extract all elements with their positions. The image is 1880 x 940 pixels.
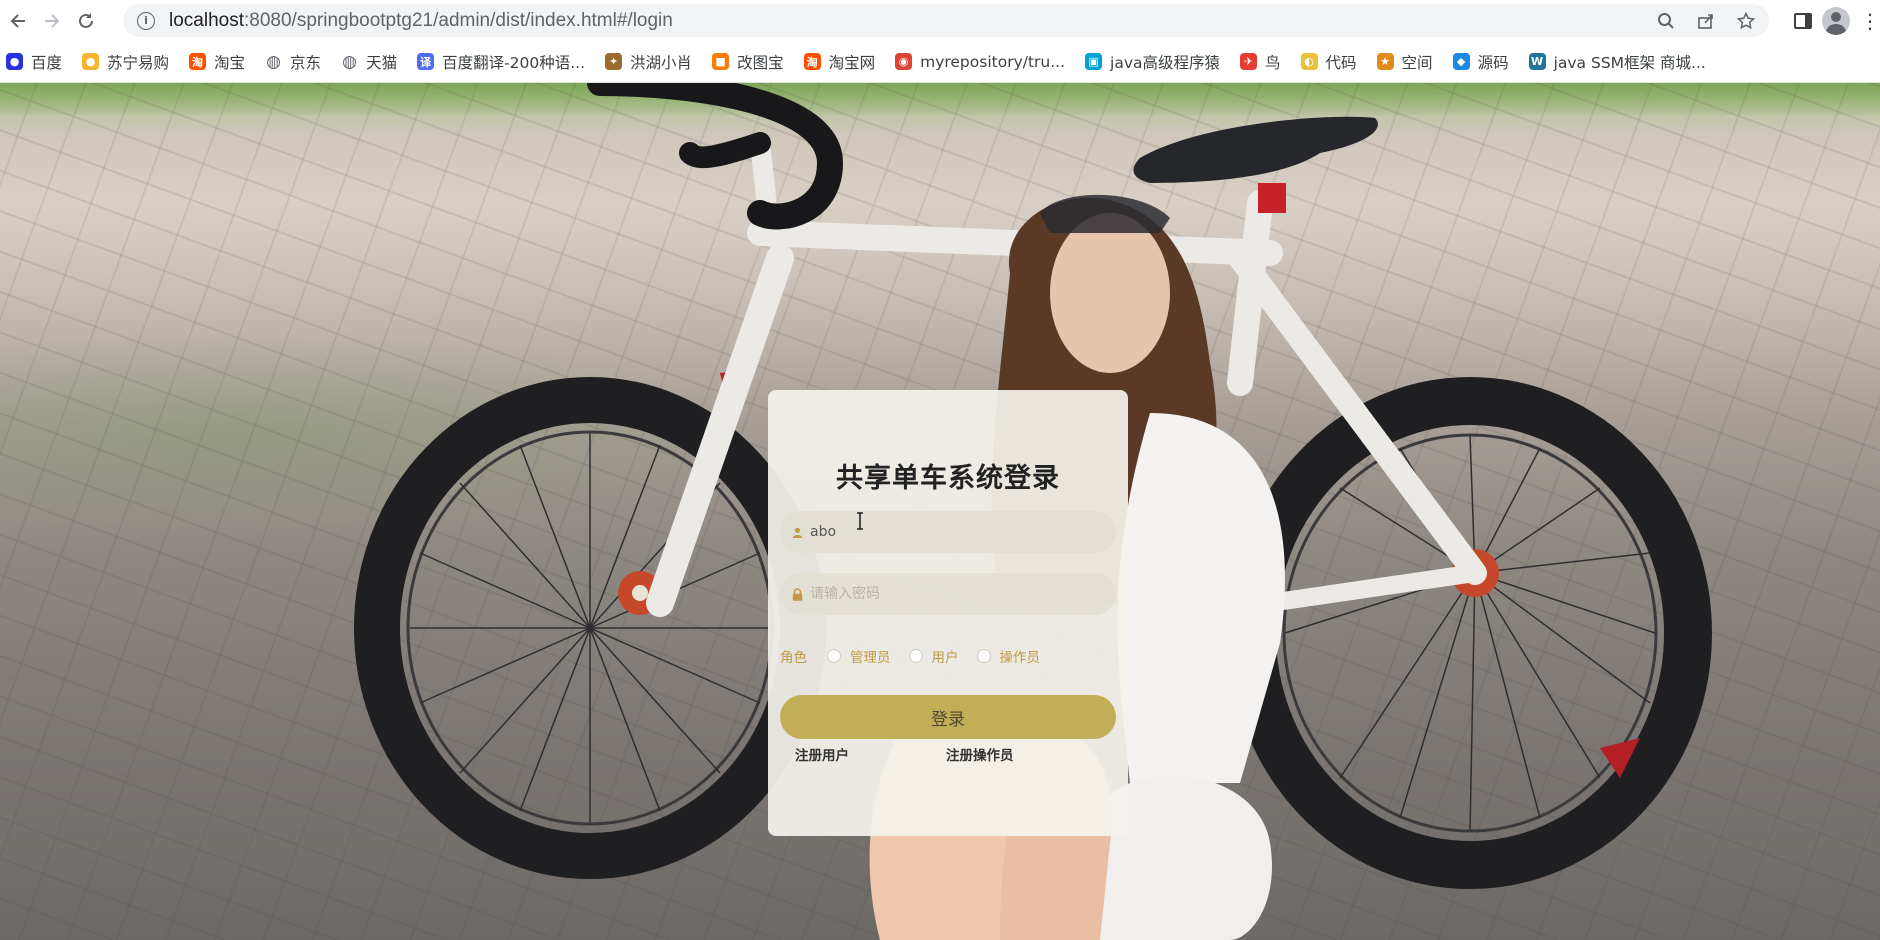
- share-icon[interactable]: [1693, 8, 1719, 34]
- bookmark-label: 鸟: [1265, 53, 1281, 72]
- taobao-icon: 淘: [189, 53, 207, 70]
- profile-avatar-icon[interactable]: [1822, 6, 1850, 35]
- role-selector: 角色 管理员 用户 操作员: [780, 644, 1116, 668]
- bookmark-label: 百度翻译-200种语...: [442, 53, 586, 72]
- qzone-icon: ★: [1376, 53, 1394, 70]
- back-arrow-icon[interactable]: [2, 5, 34, 37]
- browser-toolbar: i localhost:8080/springbootptg21/admin/d…: [0, 0, 1880, 41]
- wordpress-icon: W: [1528, 53, 1546, 70]
- password-field[interactable]: [780, 573, 1116, 615]
- radio-circle-icon[interactable]: [908, 649, 923, 663]
- menu-kebab-icon[interactable]: ⋮: [1860, 9, 1880, 33]
- login-page-background: 共享单车系统登录 角色 管理员 用户 操: [0, 83, 1880, 940]
- bookmark-item[interactable]: 淘淘宝: [189, 51, 245, 73]
- username-input[interactable]: [810, 512, 1100, 552]
- register-operator-link[interactable]: 注册操作员: [946, 744, 1014, 764]
- bookmark-label: 淘宝: [214, 53, 246, 72]
- bookmark-item[interactable]: ◆ 源码: [1452, 51, 1509, 73]
- globe-icon: ◍: [342, 51, 357, 72]
- bicycle-wheel-right: [1228, 377, 1712, 889]
- bookmark-label: 天猫: [366, 53, 398, 72]
- bookmark-label: java高级程序猿: [1110, 53, 1221, 72]
- bicycle-wheel-left: [354, 371, 826, 879]
- swift-bird-icon: ✈: [1240, 53, 1258, 70]
- bookmark-label: 空间: [1401, 53, 1433, 72]
- bookmark-item[interactable]: ● 百度: [6, 51, 62, 73]
- gaitubao-icon: ■: [712, 53, 730, 70]
- bookmark-item[interactable]: ✈ 鸟: [1240, 51, 1281, 73]
- login-button[interactable]: 登录: [780, 695, 1116, 739]
- chrome-icon: ◉: [895, 53, 913, 70]
- bookmark-label: 洪湖小肖: [630, 53, 693, 72]
- url-path: :8080/springbootptg21/admin/dist/index.h…: [244, 9, 673, 31]
- login-card: 共享单车系统登录 角色 管理员 用户 操: [768, 390, 1128, 836]
- bookmarks-bar: ● 百度 ● 苏宁易购淘淘宝 ◍ 京东 ◍ 天猫译百度翻译-200种语... ✦ 洪湖小肖 ■ 改图宝…: [0, 41, 1880, 83]
- bookmark-label: 京东: [290, 53, 322, 72]
- bilibili-icon: ▣: [1085, 53, 1103, 70]
- bookmark-item[interactable]: ▣ java高级程序猿: [1085, 51, 1220, 73]
- bookmark-item[interactable]: 译百度翻译-200种语...: [417, 51, 585, 73]
- bicycle-handlebar: [587, 83, 844, 230]
- side-panel-icon[interactable]: [1794, 12, 1812, 29]
- address-bar[interactable]: i localhost:8080/springbootptg21/admin/d…: [123, 4, 1769, 37]
- user-icon: [790, 525, 804, 539]
- baidu-paw-icon: ●: [6, 53, 23, 70]
- taobao-icon: 淘: [803, 53, 821, 70]
- role-option-label: 操作员: [999, 650, 1041, 666]
- zoom-icon[interactable]: [1653, 8, 1679, 34]
- radio-circle-icon[interactable]: [827, 649, 841, 663]
- bookmark-item[interactable]: ✦ 洪湖小肖: [605, 51, 692, 73]
- url-host: localhost: [169, 9, 244, 31]
- bookmark-item[interactable]: ◍ 天猫: [341, 51, 397, 73]
- role-radio-admin[interactable]: 管理员: [827, 646, 891, 666]
- role-radio-user[interactable]: 用户: [908, 646, 959, 666]
- login-title: 共享单车系统登录: [836, 463, 1060, 494]
- bookmark-label: 源码: [1477, 53, 1509, 72]
- globe-icon: ◍: [266, 51, 281, 72]
- username-field[interactable]: [780, 511, 1116, 553]
- register-user-link[interactable]: 注册用户: [795, 744, 849, 764]
- bookmark-item[interactable]: Wjava SSM框架 商城...: [1528, 51, 1706, 73]
- forward-arrow-icon[interactable]: [36, 5, 68, 37]
- url-text[interactable]: localhost:8080/springbootptg21/admin/dis…: [169, 10, 673, 32]
- site-info-icon[interactable]: i: [137, 11, 155, 30]
- moon-icon: ◐: [1300, 53, 1318, 70]
- bookmark-label: 淘宝网: [828, 53, 876, 72]
- password-input[interactable]: [810, 574, 1100, 614]
- bookmark-item[interactable]: ◉ myrepository/tru...: [895, 53, 1065, 71]
- bookmark-label: 代码: [1325, 53, 1357, 72]
- suning-lion-icon: ●: [82, 53, 100, 70]
- radio-circle-icon[interactable]: [976, 649, 991, 663]
- bookmark-item[interactable]: ● 苏宁易购: [82, 51, 169, 73]
- fish-icon: ◆: [1452, 53, 1470, 70]
- reload-icon[interactable]: [70, 5, 102, 37]
- bookmark-star-icon[interactable]: [1733, 8, 1759, 34]
- bookmark-label: myrepository/tru...: [920, 52, 1066, 71]
- bookmark-item[interactable]: ■ 改图宝: [712, 51, 784, 73]
- role-radio-operator[interactable]: 操作员: [976, 646, 1041, 666]
- bookmark-label: 苏宁易购: [107, 53, 170, 72]
- bookmark-label: java SSM框架 商城...: [1553, 53, 1706, 72]
- lock-icon: [790, 587, 804, 601]
- bird-icon: ✦: [605, 53, 623, 70]
- bookmark-item[interactable]: ◐ 代码: [1300, 51, 1357, 73]
- bookmark-label: 百度: [31, 53, 63, 72]
- bookmark-item[interactable]: ★ 空间: [1376, 51, 1433, 73]
- bookmark-item[interactable]: ◍ 京东: [265, 51, 321, 73]
- role-label: 角色: [780, 650, 807, 666]
- bookmark-label: 改图宝: [737, 53, 784, 72]
- translate-icon: 译: [417, 53, 435, 70]
- bookmark-item[interactable]: 淘淘宝网: [803, 51, 876, 73]
- role-option-label: 用户: [931, 650, 959, 666]
- role-option-label: 管理员: [850, 650, 891, 666]
- text-cursor-icon: [857, 512, 863, 530]
